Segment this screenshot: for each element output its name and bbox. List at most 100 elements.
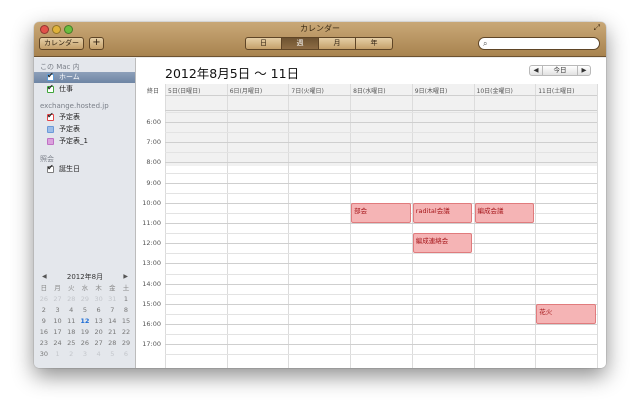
mini-day-cell[interactable]: 5	[78, 305, 92, 316]
hour-line	[165, 182, 597, 184]
calendar-item-schedule-1[interactable]: ✔ 予定表	[34, 111, 135, 123]
mini-day-cell[interactable]: 29	[119, 338, 133, 349]
mini-day-cell[interactable]: 6	[92, 305, 106, 316]
fullscreen-icon[interactable]: ⤢	[594, 23, 600, 33]
mini-next-month-icon[interactable]: ▶	[123, 272, 128, 282]
mini-weekday-label: 火	[67, 284, 75, 292]
mini-day-cell[interactable]: 4	[64, 305, 78, 316]
mini-day-cell[interactable]: 2	[37, 305, 51, 316]
mini-day-cell[interactable]: 24	[51, 338, 65, 349]
mini-day-cell[interactable]: 12	[78, 316, 92, 327]
mini-day-cell[interactable]: 2	[64, 349, 78, 360]
view-week-tab[interactable]: 週	[281, 37, 319, 50]
mini-day-cell[interactable]: 18	[64, 327, 78, 338]
mini-day-cell[interactable]: 30	[37, 349, 51, 360]
mini-day-cell[interactable]: 28	[105, 338, 119, 349]
day-column-header[interactable]: 11日(土曜日)	[535, 86, 597, 95]
day-column-divider	[350, 84, 352, 368]
calendar-event[interactable]: 編成連絡会	[412, 233, 473, 254]
calendar-item-birthdays[interactable]: ✔ 誕生日	[34, 163, 135, 175]
mini-prev-month-icon[interactable]: ◀	[42, 272, 47, 282]
day-column-header[interactable]: 8日(水曜日)	[350, 86, 412, 95]
window-title: カレンダー	[300, 24, 340, 33]
checkbox-home[interactable]: ✔	[47, 71, 54, 81]
hour-label: 15:00	[142, 299, 161, 308]
half-hour-line	[165, 354, 597, 356]
mini-day-cell[interactable]: 6	[119, 349, 133, 360]
calendar-item-schedule-2[interactable]: 予定表	[34, 124, 135, 135]
calendar-event[interactable]: 花火	[536, 303, 596, 324]
mini-calendar-grid: 日月火水木金土 26 27 28 29 30 31 1 2 3 4 5 6 7 8 9 10 11 12 13 14 15…	[37, 283, 133, 360]
mini-day-cell[interactable]: 21	[105, 327, 119, 338]
mini-day-cell[interactable]: 15	[119, 316, 133, 327]
mini-day-cell[interactable]: 31	[105, 294, 119, 305]
mini-day-cell[interactable]: 3	[78, 349, 92, 360]
search-input[interactable]: ⌕	[478, 37, 600, 50]
day-column-header[interactable]: 7日(火曜日)	[288, 86, 350, 95]
add-event-button[interactable]: +	[89, 37, 104, 50]
mini-day-cell[interactable]: 13	[92, 316, 106, 327]
mini-day-cell[interactable]: 3	[51, 305, 65, 316]
mini-day-cell[interactable]: 11	[64, 316, 78, 327]
calendars-button[interactable]: カレンダー	[39, 37, 84, 50]
checkbox-schedule-3[interactable]	[47, 138, 54, 145]
mini-weekday-row: 日月火水木金土	[37, 283, 133, 294]
mini-calendar-header: ◀ 2012年8月 ▶	[37, 272, 133, 282]
hour-label: 10:00	[142, 198, 161, 207]
calendar-item-work[interactable]: ✔ 仕事	[34, 83, 135, 95]
mini-day-cell[interactable]: 5	[105, 349, 119, 360]
mini-day-cell[interactable]: 9	[37, 316, 51, 327]
mini-day-cell[interactable]: 23	[37, 338, 51, 349]
calendar-event[interactable]: radital会議	[412, 202, 473, 223]
calendar-label: 予定表	[59, 113, 80, 121]
week-view: 2012年8月5日 〜 11日 ◀ 今日 ▶ 終日 5日(日曜日) 6日(月曜日)…	[136, 58, 606, 368]
mini-day-cell[interactable]: 16	[37, 327, 51, 338]
mini-day-cell[interactable]: 25	[64, 338, 78, 349]
mini-day-cell[interactable]: 14	[105, 316, 119, 327]
half-hour-line	[165, 293, 597, 295]
calendar-event[interactable]: 編成会議	[474, 202, 535, 223]
mini-day-cell[interactable]: 29	[78, 294, 92, 305]
mini-weekday-label: 月	[54, 284, 61, 292]
day-column-header[interactable]: 5日(日曜日)	[165, 86, 227, 95]
hour-line	[165, 162, 597, 164]
mini-day-cell[interactable]: 19	[78, 327, 92, 338]
mini-day-cell[interactable]: 1	[119, 294, 133, 305]
header-divider	[165, 95, 597, 96]
previous-week-button[interactable]: ◀	[529, 65, 543, 76]
week-grid[interactable]: 終日 5日(日曜日) 6日(月曜日) 7日(火曜日) 8日(水曜日) 9日(木曜日) 10…	[136, 84, 606, 368]
calendar-event[interactable]: 部会	[351, 202, 411, 223]
checkbox-birthdays[interactable]: ✔	[47, 163, 54, 173]
today-button[interactable]: 今日	[542, 65, 578, 76]
mini-day-cell[interactable]: 27	[92, 338, 106, 349]
day-column-header[interactable]: 10日(金曜日)	[474, 86, 536, 95]
hour-line	[165, 142, 597, 144]
mini-day-cell[interactable]: 26	[78, 338, 92, 349]
checkbox-work[interactable]: ✔	[47, 83, 54, 93]
mini-day-cell[interactable]: 1	[51, 349, 65, 360]
day-column-header[interactable]: 9日(木曜日)	[412, 86, 474, 95]
mini-day-cell[interactable]: 4	[92, 349, 106, 360]
mini-day-cell[interactable]: 8	[119, 305, 133, 316]
mini-week-row: 23 24 25 26 27 28 29	[37, 338, 133, 349]
mini-day-cell[interactable]: 30	[92, 294, 106, 305]
checkbox-schedule-1[interactable]: ✔	[47, 111, 54, 121]
mini-day-cell[interactable]: 20	[92, 327, 106, 338]
next-week-button[interactable]: ▶	[577, 65, 591, 76]
day-column-header[interactable]: 6日(月曜日)	[227, 86, 289, 95]
mini-day-cell[interactable]: 22	[119, 327, 133, 338]
calendar-item-home[interactable]: ✔ ホーム	[34, 71, 135, 83]
calendar-item-schedule-3[interactable]: 予定表_1	[34, 136, 135, 147]
hour-line	[165, 324, 597, 325]
view-year-tab[interactable]: 年	[355, 37, 393, 50]
view-day-tab[interactable]: 日	[245, 37, 282, 50]
mini-weekday-label: 木	[95, 284, 102, 292]
view-month-tab[interactable]: 月	[318, 37, 356, 50]
mini-day-cell[interactable]: 27	[51, 294, 65, 305]
mini-day-cell[interactable]: 17	[51, 327, 65, 338]
mini-day-cell[interactable]: 10	[51, 316, 65, 327]
mini-day-cell[interactable]: 28	[64, 294, 78, 305]
checkbox-schedule-2[interactable]	[47, 126, 54, 133]
mini-day-cell[interactable]: 26	[37, 294, 51, 305]
mini-day-cell[interactable]: 7	[105, 305, 119, 316]
